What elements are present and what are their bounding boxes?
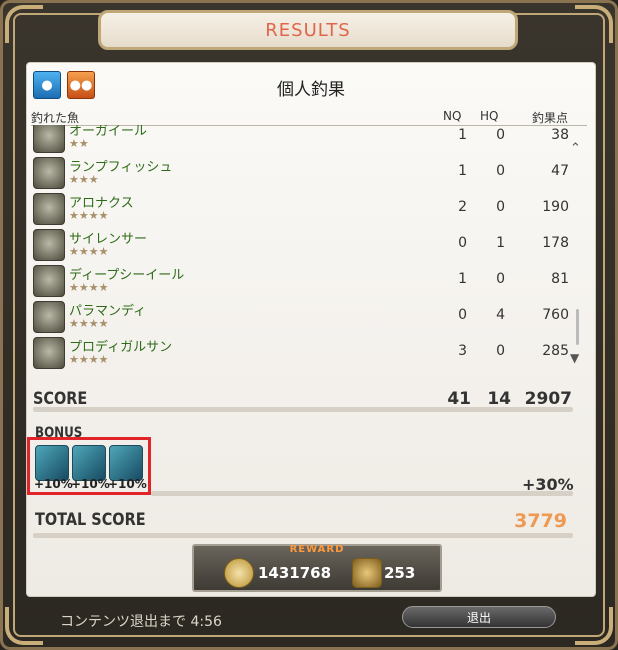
fish-nq: 0 [458,235,467,251]
bonus-percent: +10% [71,477,110,491]
reward-scrip: 253 [384,564,416,582]
bonus-percent: +10% [34,477,73,491]
reward-mgp: 1431768 [258,564,332,582]
total-divider [33,533,573,538]
fish-icon [33,157,65,189]
list-item: ディープシーイール ★★★★ 1 0 81 [31,263,571,299]
bonus-percent: +10% [108,477,147,491]
fish-hq: 1 [496,235,505,251]
fish-hq: 0 [496,271,505,287]
scrollbar[interactable] [576,309,579,345]
fish-nq: 3 [458,343,467,359]
fish-nq: 0 [458,307,467,323]
score-divider [33,407,573,412]
column-header-nq: NQ [443,109,462,123]
fish-score: 178 [542,235,569,251]
fish-hq: 0 [496,343,505,359]
bonus-icon-3[interactable] [109,445,143,481]
fish-hq: 0 [496,163,505,179]
fish-icon [33,229,65,261]
column-header-hq: HQ [480,109,499,123]
frame-corner-ornament [5,607,43,645]
column-header-score: 釣果点 [532,111,569,125]
total-score-value: 3779 [514,510,567,532]
fish-score: 81 [551,271,569,287]
frame-corner-ornament [575,5,613,43]
fish-hq: 4 [496,307,505,323]
score-nq: 41 [447,389,471,409]
fish-stars: ★★★★ [69,209,109,222]
fish-nq: 1 [458,271,467,287]
fish-nq: 1 [458,127,467,143]
frame-corner-ornament [5,5,43,43]
score-total: 2907 [524,389,572,409]
score-hq: 14 [487,389,511,409]
fish-score: 285 [542,343,569,359]
fish-nq: 1 [458,163,467,179]
fish-score: 760 [542,307,569,323]
scroll-up-icon[interactable]: ⌃ [570,141,581,156]
fish-hq: 0 [496,127,505,143]
fish-stars: ★★★★ [69,281,109,294]
list-item: サイレンサー ★★★★ 0 1 178 [31,227,571,263]
fish-score: 38 [551,127,569,143]
fish-stars: ★★★★ [69,317,109,330]
fish-icon [33,301,65,333]
total-score-label: TOTAL SCORE [35,510,146,530]
list-item: オーガイール ★★ 1 0 38 [31,125,571,155]
fish-icon [33,125,65,153]
fish-stars: ★★★★ [69,245,109,258]
column-header-fish: 釣れた魚 [31,111,80,125]
list-item: プロディガルサン ★★★★ 3 0 285 [31,335,571,371]
bonus-divider [151,491,573,496]
fish-icon [33,193,65,225]
fish-list[interactable]: オーガイール ★★ 1 0 38 ランプフィッシュ ★★★ 1 0 47 アロナ… [31,125,571,375]
fish-icon [33,337,65,369]
fish-nq: 2 [458,199,467,215]
fish-stars: ★★ [69,137,89,150]
window-title: RESULTS [98,10,518,50]
panel-title: 個人釣果 [277,80,345,100]
list-item: ランプフィッシュ ★★★ 1 0 47 [31,155,571,191]
fish-icon [33,265,65,297]
bonus-icon-2[interactable] [72,445,106,481]
score-label: SCORE [33,389,88,409]
reward-label: REWARD [289,544,345,555]
exit-button[interactable]: 退出 [402,606,556,628]
exit-timer: コンテンツ退出まで 4:56 [60,614,222,630]
fish-stars: ★★★★ [69,353,109,366]
frame-corner-ornament [575,607,613,645]
mgp-coin-icon [224,558,254,588]
scrip-icon [352,558,382,588]
bonus-icon-1[interactable] [35,445,69,481]
fish-hq: 0 [496,199,505,215]
list-item: パラマンディ ★★★★ 0 4 760 [31,299,571,335]
fish-score: 47 [551,163,569,179]
reward-panel: REWARD 1431768 253 [192,544,442,592]
fish-stars: ★★★ [69,173,99,186]
fish-score: 190 [542,199,569,215]
scroll-down-icon[interactable]: ▼ [570,351,579,365]
results-panel: ● ●● 個人釣果 釣れた魚 NQ HQ 釣果点 オーガイール ★★ 1 0 3… [26,62,596,597]
list-item: アロナクス ★★★★ 2 0 190 [31,191,571,227]
